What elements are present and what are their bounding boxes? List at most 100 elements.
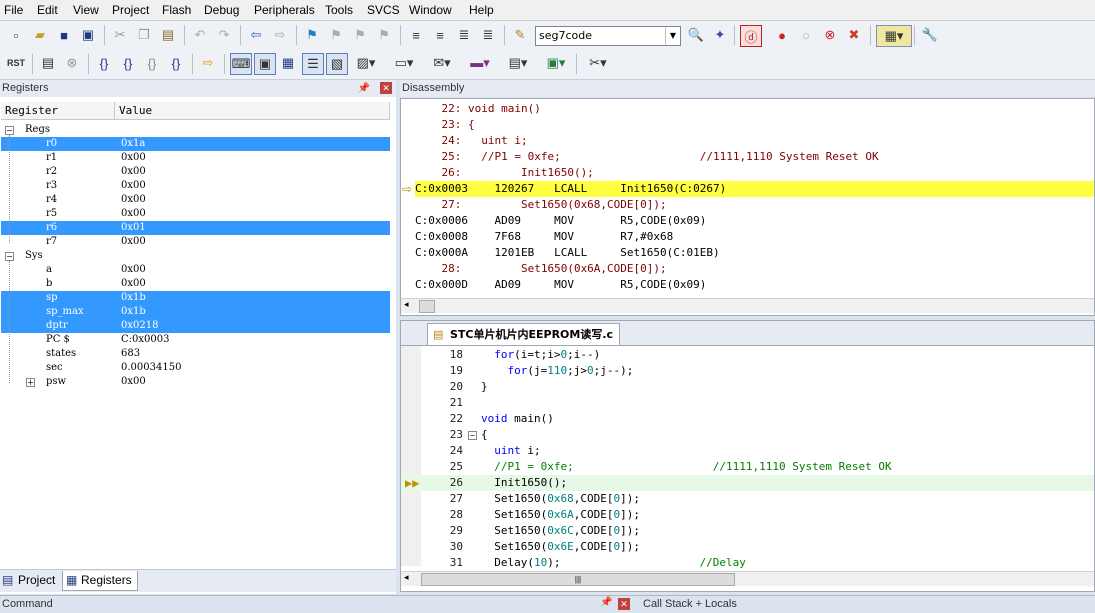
- editor-hscrollbar[interactable]: ◂ |||: [401, 571, 1094, 586]
- code-line[interactable]: 28 Set1650(0x6A,CODE[0]);: [401, 507, 1094, 523]
- chevron-down-icon[interactable]: ▼: [665, 27, 680, 45]
- uncomment-icon[interactable]: ≣: [478, 25, 498, 45]
- save-icon[interactable]: ■: [54, 25, 74, 45]
- register-value[interactable]: 0x00: [121, 375, 146, 389]
- register-row[interactable]: b 0x00: [1, 277, 390, 291]
- scroll-left-icon[interactable]: ◂: [404, 572, 409, 583]
- close-icon[interactable]: ✕: [380, 82, 392, 94]
- register-row[interactable]: r0 0x1a: [1, 137, 390, 151]
- menu-item-help[interactable]: Help: [469, 3, 494, 17]
- call-stack-window-icon[interactable]: ▧: [326, 53, 348, 75]
- bookmark-next-icon[interactable]: ⚑: [350, 25, 370, 45]
- cut-icon[interactable]: ✂: [110, 25, 130, 45]
- register-row[interactable]: r7 0x00: [1, 235, 390, 249]
- run-icon[interactable]: ▤: [38, 53, 58, 73]
- paste-icon[interactable]: ▤: [158, 25, 178, 45]
- register-row[interactable]: sp 0x1b: [1, 291, 390, 305]
- register-row[interactable]: r1 0x00: [1, 151, 390, 165]
- bookmark-clear-icon[interactable]: ⚑: [374, 25, 394, 45]
- collapse-icon[interactable]: −: [5, 252, 14, 261]
- code-line[interactable]: 22 void main(): [401, 411, 1094, 427]
- breakpoint-disable-icon[interactable]: ○: [796, 25, 816, 45]
- symbols-window-icon[interactable]: ▦: [278, 53, 298, 73]
- asm-line[interactable]: C:0x0006 AD09 MOV R5,CODE(0x09): [415, 213, 706, 229]
- nav-forward-icon[interactable]: ⇨: [270, 25, 290, 45]
- menu-item-project[interactable]: Project: [112, 3, 149, 17]
- asm-line[interactable]: C:0x000D AD09 MOV R5,CODE(0x09): [415, 277, 706, 293]
- editor-window[interactable]: ▤ STC单片机片内EEPROM读写.c 18 for(i=t;i>0;i--)…: [400, 320, 1095, 592]
- breakpoint-kill-all-icon[interactable]: ✖: [844, 25, 864, 45]
- source-line[interactable]: 23: {: [415, 117, 474, 133]
- register-value[interactable]: 0x1b: [121, 291, 146, 305]
- register-value[interactable]: 0x1b: [121, 305, 146, 319]
- code-line[interactable]: 19 for(j=110;j>0;j--);: [401, 363, 1094, 379]
- menu-item-flash[interactable]: Flash: [162, 3, 191, 17]
- show-next-statement-icon[interactable]: ⇨: [198, 53, 218, 73]
- register-row[interactable]: r4 0x00: [1, 193, 390, 207]
- breakpoint-disable-all-icon[interactable]: ⊗: [820, 25, 840, 45]
- toolbox-icon[interactable]: ✂▾: [582, 53, 614, 73]
- menu-item-tools[interactable]: Tools: [325, 3, 353, 17]
- register-row[interactable]: sec 0.00034150: [1, 361, 390, 375]
- comment-icon[interactable]: ≣: [454, 25, 474, 45]
- source-line[interactable]: 25: //P1 = 0xfe; //1111,1110 System Rese…: [415, 149, 878, 165]
- expand-icon[interactable]: +: [26, 378, 35, 387]
- editor-tab-active[interactable]: ▤ STC单片机片内EEPROM读写.c: [427, 323, 621, 345]
- register-row[interactable]: dptr 0x0218: [1, 319, 390, 333]
- source-line[interactable]: 24: uint i;: [415, 133, 527, 149]
- register-value[interactable]: 0x0218: [121, 319, 158, 333]
- register-value[interactable]: 0x00: [121, 207, 146, 221]
- register-row[interactable]: r6 0x01: [1, 221, 390, 235]
- register-group-sys[interactable]: − Sys: [1, 249, 390, 263]
- register-row[interactable]: + psw 0x00: [1, 375, 390, 389]
- register-row[interactable]: PC $ C:0x0003: [1, 333, 390, 347]
- redo-icon[interactable]: ↷: [214, 25, 234, 45]
- menu-item-file[interactable]: File: [4, 3, 23, 17]
- copy-icon[interactable]: ❐: [134, 25, 154, 45]
- bookmark-prev-icon[interactable]: ⚑: [326, 25, 346, 45]
- run-to-cursor-icon[interactable]: {}: [166, 53, 186, 73]
- code-line[interactable]: 29 Set1650(0x6C,CODE[0]);: [401, 523, 1094, 539]
- menu-item-window[interactable]: Window: [409, 3, 452, 17]
- analysis-window-icon[interactable]: ▬▾: [464, 53, 496, 73]
- register-value[interactable]: 0x1a: [121, 137, 145, 151]
- step-over-icon[interactable]: {}: [118, 53, 138, 73]
- nav-back-icon[interactable]: ⇦: [246, 25, 266, 45]
- find-in-files-icon[interactable]: ✎: [510, 25, 530, 45]
- register-value[interactable]: 0x00: [121, 193, 146, 207]
- new-file-icon[interactable]: ▫: [6, 25, 26, 45]
- code-line[interactable]: 26 ▶▶ Init1650();: [401, 475, 1094, 491]
- code-line[interactable]: 18 for(i=t;i>0;i--): [401, 347, 1094, 363]
- source-line[interactable]: 28: Set1650(0x6A,CODE[0]);: [415, 261, 666, 277]
- registers-window-icon[interactable]: ☰: [302, 53, 324, 75]
- code-line[interactable]: 20}: [401, 379, 1094, 395]
- scroll-thumb[interactable]: |||: [421, 573, 735, 586]
- breakpoint-insert-icon[interactable]: ●: [772, 25, 792, 45]
- code-line[interactable]: 24 uint i;: [401, 443, 1094, 459]
- code-line[interactable]: 23−{: [401, 427, 1094, 443]
- source-line[interactable]: 27: Set1650(0x68,CODE[0]);: [415, 197, 666, 213]
- register-value[interactable]: 0.00034150: [121, 361, 181, 375]
- trace-window-icon[interactable]: ▤▾: [502, 53, 534, 73]
- watch-window-icon[interactable]: ▨▾: [350, 53, 382, 73]
- pin-icon[interactable]: 📌: [358, 80, 370, 97]
- register-group-regs[interactable]: − Regs: [1, 123, 390, 137]
- register-value[interactable]: 0x00: [121, 235, 146, 249]
- stop-icon[interactable]: ⊗: [62, 53, 82, 73]
- register-value[interactable]: 0x00: [121, 277, 146, 291]
- asm-line[interactable]: C:0x0003 120267 LCALL Init1650(C:0267): [415, 181, 1094, 197]
- indent-icon[interactable]: ≡: [406, 25, 426, 45]
- source-line[interactable]: 22: void main(): [415, 101, 540, 117]
- source-line[interactable]: 26: Init1650();: [415, 165, 593, 181]
- code-line[interactable]: 30 Set1650(0x6E,CODE[0]);: [401, 539, 1094, 555]
- register-value[interactable]: 683: [121, 347, 140, 361]
- menu-item-view[interactable]: View: [73, 3, 99, 17]
- tab-project[interactable]: ▤ Project: [0, 571, 60, 590]
- asm-line[interactable]: C:0x0008 7F68 MOV R7,#0x68: [415, 229, 673, 245]
- register-row[interactable]: r5 0x00: [1, 207, 390, 221]
- register-value[interactable]: 0x00: [121, 263, 146, 277]
- register-value[interactable]: C:0x0003: [121, 333, 169, 347]
- debug-session-icon[interactable]: ⓓ: [740, 25, 762, 47]
- menu-item-edit[interactable]: Edit: [37, 3, 58, 17]
- menu-item-peripherals[interactable]: Peripherals: [254, 3, 315, 17]
